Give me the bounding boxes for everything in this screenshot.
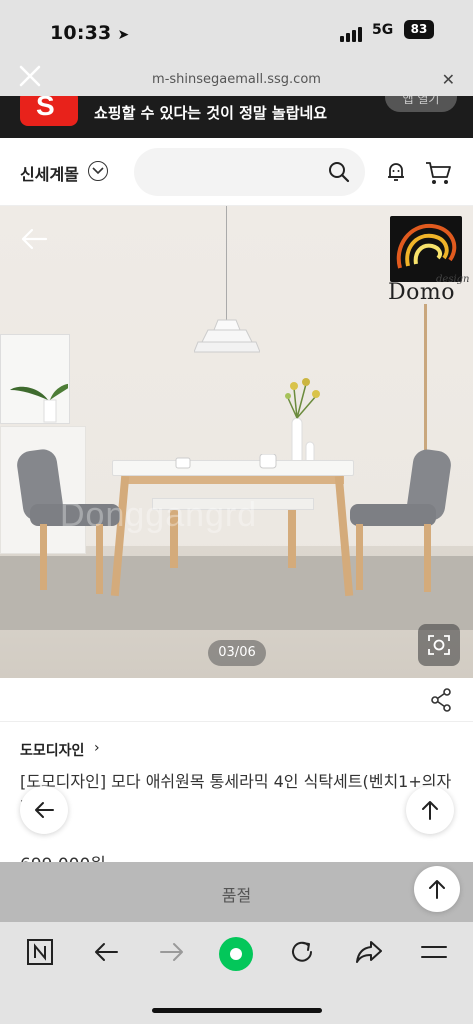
url-label[interactable]: m-shinsegaemall.ssg.com bbox=[0, 72, 473, 87]
status-time: 10:33 ➤ bbox=[50, 22, 130, 44]
search-input[interactable] bbox=[134, 148, 365, 196]
bell-icon[interactable] bbox=[384, 160, 408, 188]
image-bench-leg bbox=[288, 510, 296, 568]
scroll-top-button[interactable] bbox=[406, 786, 454, 834]
battery-icon: 83 bbox=[404, 20, 434, 39]
brand-logo[interactable]: 신세계몰 bbox=[20, 161, 79, 185]
site-header: 신세계몰 bbox=[0, 138, 473, 206]
naver-icon[interactable] bbox=[26, 938, 54, 970]
image-watermark: Donggangrd bbox=[60, 496, 258, 534]
browser-top-bar: 10:33 ➤ 5G 83 m-shinsegaemall.ssg.com ✕ bbox=[0, 0, 473, 96]
image-tableware bbox=[175, 454, 277, 469]
image-chair-leg bbox=[356, 524, 363, 590]
domo-logo-sub: design bbox=[436, 274, 470, 285]
share-icon[interactable] bbox=[430, 688, 452, 716]
product-image-gallery[interactable]: Donggangrd Domo design 03/06 bbox=[0, 206, 473, 678]
camera-search-button[interactable] bbox=[418, 624, 460, 666]
back-arrow-icon[interactable] bbox=[20, 228, 48, 254]
image-table-apron bbox=[122, 476, 344, 484]
image-pendant-wire bbox=[226, 206, 227, 322]
app-banner[interactable]: S 쇼핑할 수 있다는 것이 정말 놀랍네요 앱 열기 bbox=[0, 96, 473, 138]
divider bbox=[0, 721, 473, 722]
signal-icon bbox=[340, 26, 362, 42]
camera-icon bbox=[428, 635, 450, 655]
image-plant bbox=[10, 383, 68, 423]
scroll-top-button-2[interactable] bbox=[414, 866, 460, 912]
naver-green-icon[interactable] bbox=[218, 936, 254, 976]
image-vase-flowers bbox=[285, 378, 320, 467]
network-label: 5G bbox=[372, 22, 394, 38]
domo-logo-mark bbox=[390, 216, 462, 282]
home-indicator bbox=[152, 1008, 322, 1013]
share-arrow-icon[interactable] bbox=[354, 938, 384, 970]
soldout-bar: 품절 bbox=[0, 862, 473, 922]
banner-text: 쇼핑할 수 있다는 것이 정말 놀랍네요 bbox=[94, 104, 328, 122]
image-chair-leg bbox=[424, 524, 431, 592]
arrow-up-icon bbox=[429, 880, 445, 899]
soldout-label: 품절 bbox=[221, 886, 252, 905]
browser-bottom-bar bbox=[0, 922, 473, 1024]
product-brand-link[interactable]: 도모디자인 bbox=[20, 740, 84, 760]
search-icon[interactable] bbox=[327, 160, 351, 184]
back-button[interactable] bbox=[20, 786, 68, 834]
arrow-up-icon bbox=[422, 801, 438, 820]
image-chair-seat bbox=[350, 504, 436, 526]
app-logo: S bbox=[20, 96, 78, 126]
image-rug bbox=[0, 556, 473, 630]
chevron-down-icon[interactable] bbox=[88, 161, 108, 181]
image-counter: 03/06 bbox=[208, 640, 266, 666]
location-arrow-icon: ➤ bbox=[117, 27, 130, 43]
image-pendant-lamp bbox=[194, 319, 260, 353]
cart-icon[interactable] bbox=[424, 160, 452, 190]
product-title: [도모디자인] 모다 애쉬원목 통세라믹 4인 식탁세트(벤치1+의자2) bbox=[20, 772, 452, 815]
forward-icon[interactable] bbox=[158, 940, 186, 968]
screen: 10:33 ➤ 5G 83 m-shinsegaemall.ssg.com ✕ S… bbox=[0, 0, 473, 1024]
menu-icon[interactable] bbox=[420, 942, 448, 966]
image-chair-leg bbox=[40, 524, 47, 590]
open-app-button[interactable]: 앱 열기 bbox=[385, 96, 457, 112]
back-arrow-icon bbox=[35, 802, 54, 818]
chevron-right-icon[interactable]: › bbox=[94, 740, 100, 756]
clear-url-icon[interactable]: ✕ bbox=[442, 70, 455, 89]
back-icon[interactable] bbox=[92, 940, 120, 968]
refresh-icon[interactable] bbox=[288, 938, 316, 970]
